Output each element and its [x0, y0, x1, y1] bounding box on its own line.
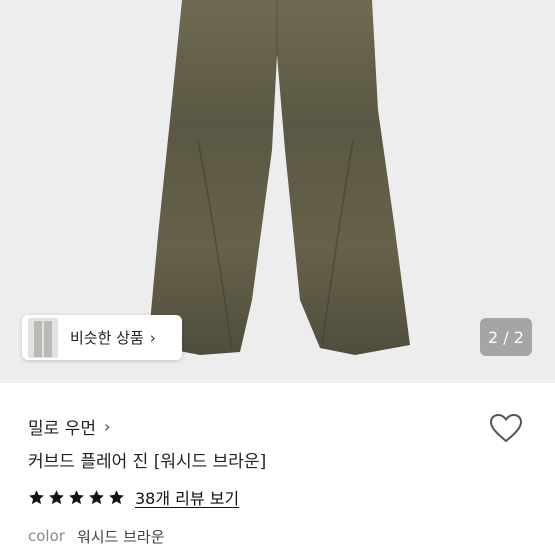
- store-name: 밀로 우먼: [28, 418, 96, 439]
- image-pager: 2 / 2: [480, 318, 532, 356]
- star-icon: [49, 489, 64, 504]
- product-title: 커브드 플레어 진 [워시드 브라운]: [28, 452, 267, 472]
- option-key: color: [28, 527, 65, 545]
- star-icon: [69, 489, 84, 504]
- store-link[interactable]: 밀로 우먼 ›: [28, 413, 110, 439]
- chevron-right-icon: ›: [103, 416, 111, 436]
- similar-products-label: 비슷한 상품: [70, 329, 144, 347]
- star-icon: [109, 489, 124, 504]
- star-rating: [28, 489, 128, 506]
- option-value: 워시드 브라운: [76, 527, 165, 546]
- similar-products-button[interactable]: 비슷한 상품 ›: [22, 315, 182, 360]
- chevron-right-icon: ›: [149, 328, 156, 347]
- star-icon: [29, 489, 44, 504]
- heart-icon: [489, 413, 523, 443]
- option-row: color 워시드 브라운: [28, 525, 165, 547]
- product-image[interactable]: 비슷한 상품 › 2 / 2: [0, 0, 555, 383]
- wishlist-button[interactable]: [486, 410, 526, 446]
- rating-row: 38개 리뷰 보기: [28, 484, 239, 510]
- review-link[interactable]: 38개 리뷰 보기: [135, 485, 239, 509]
- star-icon: [89, 489, 104, 504]
- similar-product-thumbnail: [28, 317, 58, 358]
